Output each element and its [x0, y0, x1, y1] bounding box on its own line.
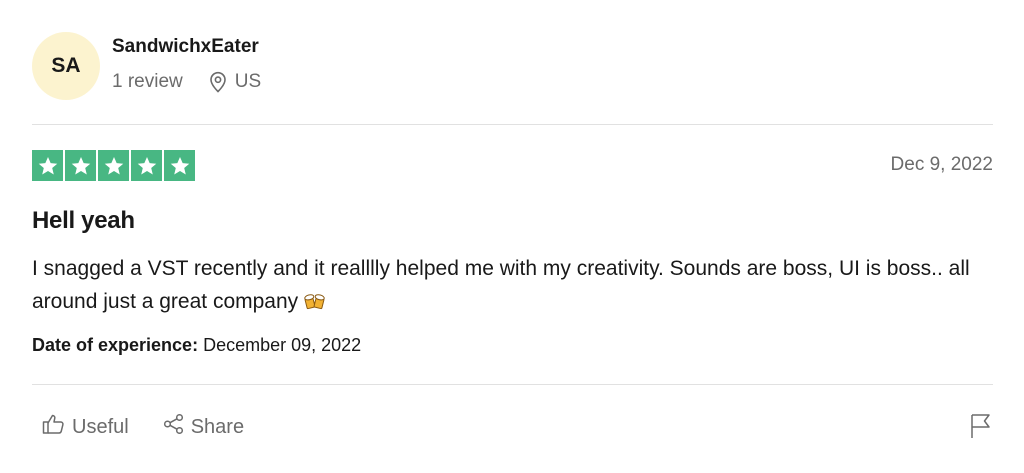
- star-icon: [65, 150, 96, 181]
- divider: [32, 384, 993, 385]
- date-of-experience: Date of experience: December 09, 2022: [32, 335, 361, 356]
- avatar[interactable]: SA: [32, 32, 100, 100]
- beer-mugs-icon: [304, 288, 326, 321]
- flag-icon: [970, 414, 992, 443]
- star-icon: [32, 150, 63, 181]
- review-body-text: I snagged a VST recently and it realllly…: [32, 257, 970, 313]
- report-flag-button[interactable]: [970, 413, 992, 439]
- share-icon: [163, 413, 185, 441]
- review-title[interactable]: Hell yeah: [32, 207, 135, 235]
- useful-label: Useful: [72, 415, 129, 438]
- share-label: Share: [190, 415, 245, 438]
- review-card: SA SandwichxEater 1 review US Dec 9, 202…: [0, 0, 1024, 473]
- divider: [32, 124, 993, 125]
- star-icon: [131, 150, 162, 181]
- star-rating: [32, 150, 195, 181]
- review-actions: Useful Share: [42, 413, 244, 441]
- avatar-initials: SA: [51, 54, 81, 77]
- star-icon: [164, 150, 195, 181]
- reviewer-meta: 1 review US: [112, 70, 261, 94]
- star-icon: [98, 150, 129, 181]
- reviewer-name[interactable]: SandwichxEater: [112, 36, 259, 58]
- experience-label: Date of experience:: [32, 335, 199, 355]
- experience-date: December 09, 2022: [203, 335, 362, 355]
- location-pin-icon: [209, 71, 227, 93]
- review-date: Dec 9, 2022: [890, 154, 993, 175]
- share-button[interactable]: Share: [163, 413, 244, 441]
- review-body: I snagged a VST recently and it realllly…: [32, 252, 992, 321]
- useful-button[interactable]: Useful: [42, 413, 129, 441]
- thumbs-up-icon: [42, 413, 66, 441]
- review-count: 1 review: [112, 71, 183, 92]
- reviewer-country: US: [234, 71, 262, 92]
